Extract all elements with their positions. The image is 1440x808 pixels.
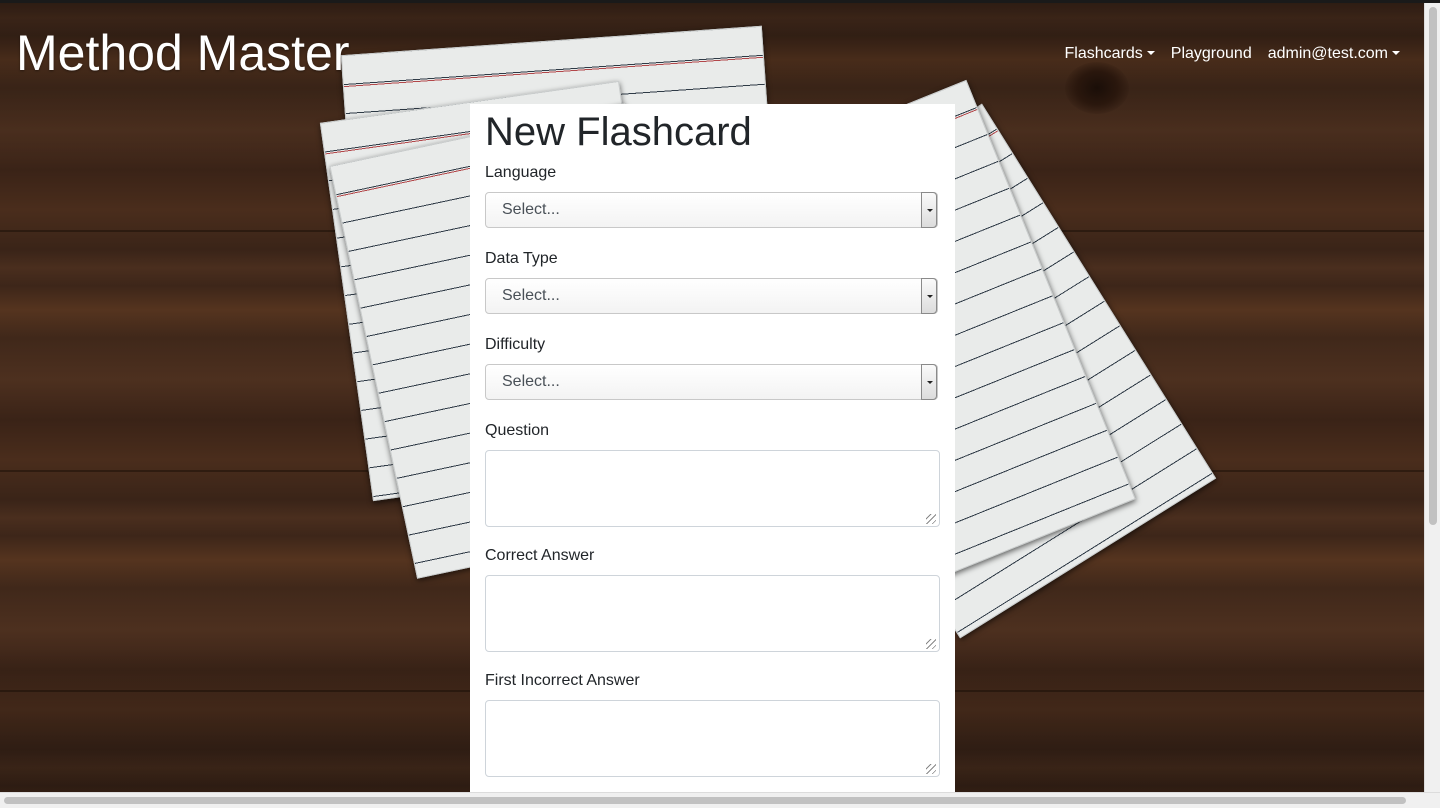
vertical-scrollbar-thumb[interactable] xyxy=(1429,7,1437,525)
first-incorrect-answer-label: First Incorrect Answer xyxy=(485,672,640,689)
resize-grip-icon[interactable] xyxy=(926,764,936,774)
caret-down-icon xyxy=(1392,51,1400,55)
horizontal-scrollbar-thumb[interactable] xyxy=(4,797,1406,804)
page-title: New Flashcard xyxy=(485,110,752,154)
nav-flashcards-dropdown[interactable]: Flashcards xyxy=(1065,43,1155,65)
caret-down-icon xyxy=(1146,51,1155,55)
nav-user-dropdown[interactable]: admin@test.com xyxy=(1268,43,1400,65)
nav-user-label: admin@test.com xyxy=(1267,45,1388,62)
data-type-select-value: Select... xyxy=(502,287,560,304)
horizontal-scrollbar[interactable] xyxy=(0,792,1440,808)
new-flashcard-form: New Flashcard Language Select... Data Ty… xyxy=(470,104,955,794)
language-select[interactable]: Select... xyxy=(485,192,938,228)
data-type-label: Data Type xyxy=(485,250,558,267)
nav-playground-link[interactable]: Playground xyxy=(1171,43,1252,65)
resize-grip-icon[interactable] xyxy=(926,639,936,649)
brand-logo[interactable]: Method Master xyxy=(16,27,349,79)
language-label: Language xyxy=(485,164,557,181)
difficulty-select-value: Select... xyxy=(502,373,560,390)
dropdown-arrow-icon xyxy=(921,278,937,314)
correct-answer-textarea[interactable] xyxy=(485,575,940,652)
nav-menu: Flashcards Playground admin@test.com xyxy=(1065,43,1400,65)
difficulty-label: Difficulty xyxy=(485,336,546,353)
difficulty-select[interactable]: Select... xyxy=(485,364,938,400)
nav-flashcards-label: Flashcards xyxy=(1064,45,1143,62)
nav-playground-label: Playground xyxy=(1170,45,1252,62)
question-label: Question xyxy=(485,422,550,439)
navbar: Method Master Flashcards Playground admi… xyxy=(0,3,1424,103)
language-select-value: Select... xyxy=(502,201,560,218)
first-incorrect-answer-textarea[interactable] xyxy=(485,700,940,777)
dropdown-arrow-icon xyxy=(921,192,937,228)
correct-answer-label: Correct Answer xyxy=(485,547,595,564)
resize-grip-icon[interactable] xyxy=(926,514,936,524)
question-textarea[interactable] xyxy=(485,450,940,527)
vertical-scrollbar[interactable] xyxy=(1424,3,1440,792)
data-type-select[interactable]: Select... xyxy=(485,278,938,314)
dropdown-arrow-icon xyxy=(921,364,937,400)
